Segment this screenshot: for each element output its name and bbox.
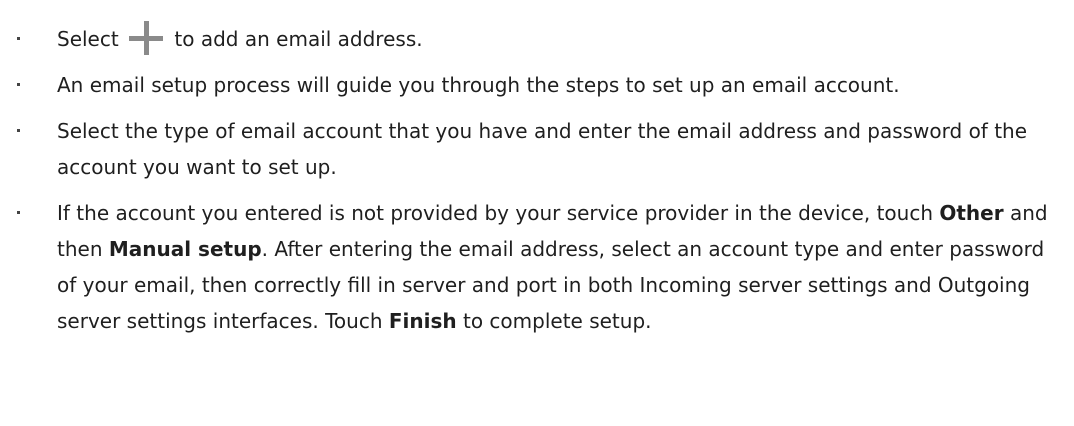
bullet-icon (17, 37, 20, 40)
manual-setup-text-4: to complete setup. (456, 309, 652, 333)
finish-label: Finish (388, 309, 457, 333)
manual-setup-label: Manual setup (108, 237, 262, 261)
setup-process-text: An email setup process will guide you th… (57, 73, 900, 97)
list-item-account-type: Select the type of email account that yo… (0, 113, 1074, 185)
list-item-select-add: Select to add an email address. (0, 21, 1074, 57)
bullet-icon (17, 211, 20, 214)
list-item-setup-process: An email setup process will guide you th… (0, 67, 1074, 103)
instruction-list: Select to add an email address. An email… (0, 0, 1074, 339)
account-type-text: Select the type of email account that yo… (57, 119, 1028, 179)
add-email-text: to add an email address. (174, 27, 423, 51)
plus-icon (129, 21, 164, 55)
bullet-icon (17, 129, 20, 132)
manual-setup-text-1: If the account you entered is not provid… (57, 201, 940, 225)
other-label: Other (939, 201, 1004, 225)
select-text: Select (57, 27, 119, 51)
list-item-manual-setup: If the account you entered is not provid… (0, 195, 1074, 339)
bullet-icon (17, 83, 20, 86)
